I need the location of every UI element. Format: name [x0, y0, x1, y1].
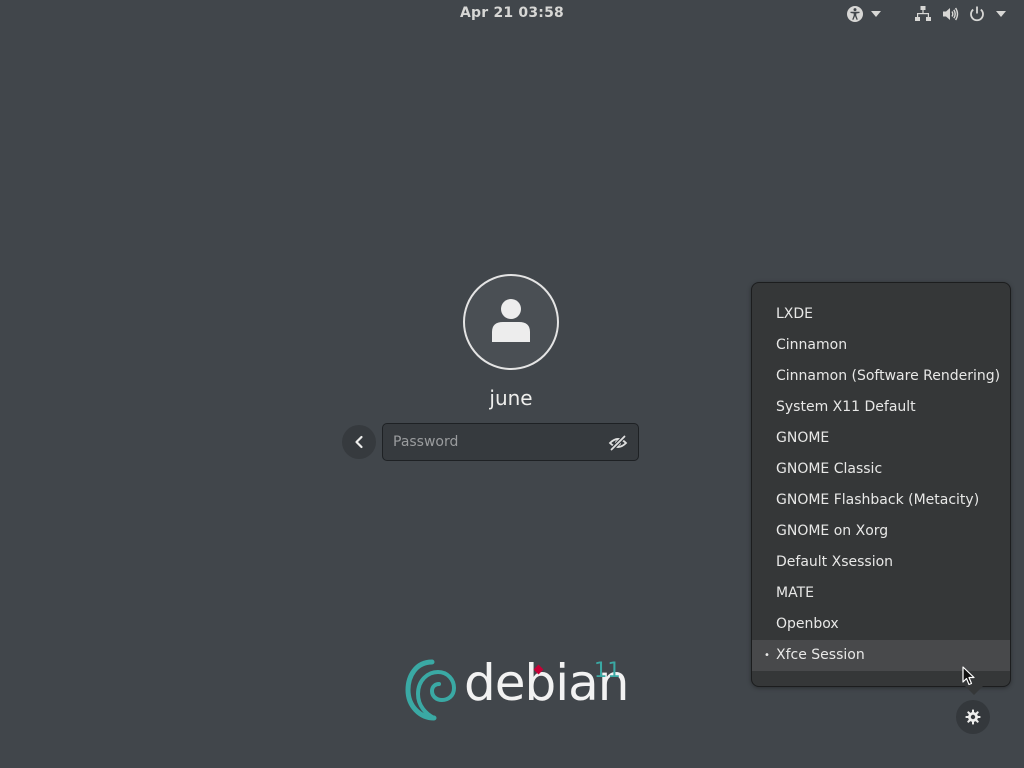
dropdown-caret-icon	[995, 10, 1007, 18]
network-icon	[914, 5, 932, 23]
selected-dot-icon: •	[764, 650, 770, 661]
password-field	[382, 423, 639, 461]
user-icon	[492, 299, 530, 342]
session-item-cinnamon-software[interactable]: Cinnamon (Software Rendering)	[752, 361, 1010, 392]
eye-slash-icon[interactable]	[608, 433, 628, 453]
session-item-lxde[interactable]: LXDE	[752, 299, 1010, 330]
password-input[interactable]	[383, 424, 603, 460]
session-item-cinnamon[interactable]: Cinnamon	[752, 330, 1010, 361]
session-item-gnome-classic[interactable]: GNOME Classic	[752, 454, 1010, 485]
session-item-gnome-xorg[interactable]: GNOME on Xorg	[752, 516, 1010, 547]
session-item-gnome[interactable]: GNOME	[752, 423, 1010, 454]
session-item-mate[interactable]: MATE	[752, 578, 1010, 609]
session-item-system-x11-default[interactable]: System X11 Default	[752, 392, 1010, 423]
session-item-gnome-flashback[interactable]: GNOME Flashback (Metacity)	[752, 485, 1010, 516]
session-menu: LXDE Cinnamon Cinnamon (Software Renderi…	[751, 282, 1011, 687]
chevron-left-icon	[355, 435, 363, 449]
dropdown-caret-icon	[870, 10, 882, 18]
accessibility-icon	[846, 5, 864, 23]
back-button[interactable]	[342, 425, 376, 459]
volume-icon	[941, 5, 959, 23]
session-item-default-xsession[interactable]: Default Xsession	[752, 547, 1010, 578]
mouse-cursor-icon	[962, 666, 975, 686]
top-bar: Apr 21 03:58	[0, 0, 1024, 28]
session-settings-button[interactable]	[956, 700, 990, 734]
session-item-openbox[interactable]: Openbox	[752, 609, 1010, 640]
user-avatar	[463, 274, 559, 370]
accessibility-menu[interactable]	[846, 4, 882, 24]
menu-pointer-arrow	[965, 686, 983, 695]
debian-version: 11	[594, 658, 621, 682]
system-menu[interactable]	[914, 4, 1007, 24]
power-icon	[968, 5, 986, 23]
debian-logo: debian 11	[404, 654, 629, 724]
debian-swirl-icon	[405, 659, 457, 721]
session-list: LXDE Cinnamon Cinnamon (Software Renderi…	[752, 283, 1010, 671]
gear-icon	[965, 709, 981, 725]
